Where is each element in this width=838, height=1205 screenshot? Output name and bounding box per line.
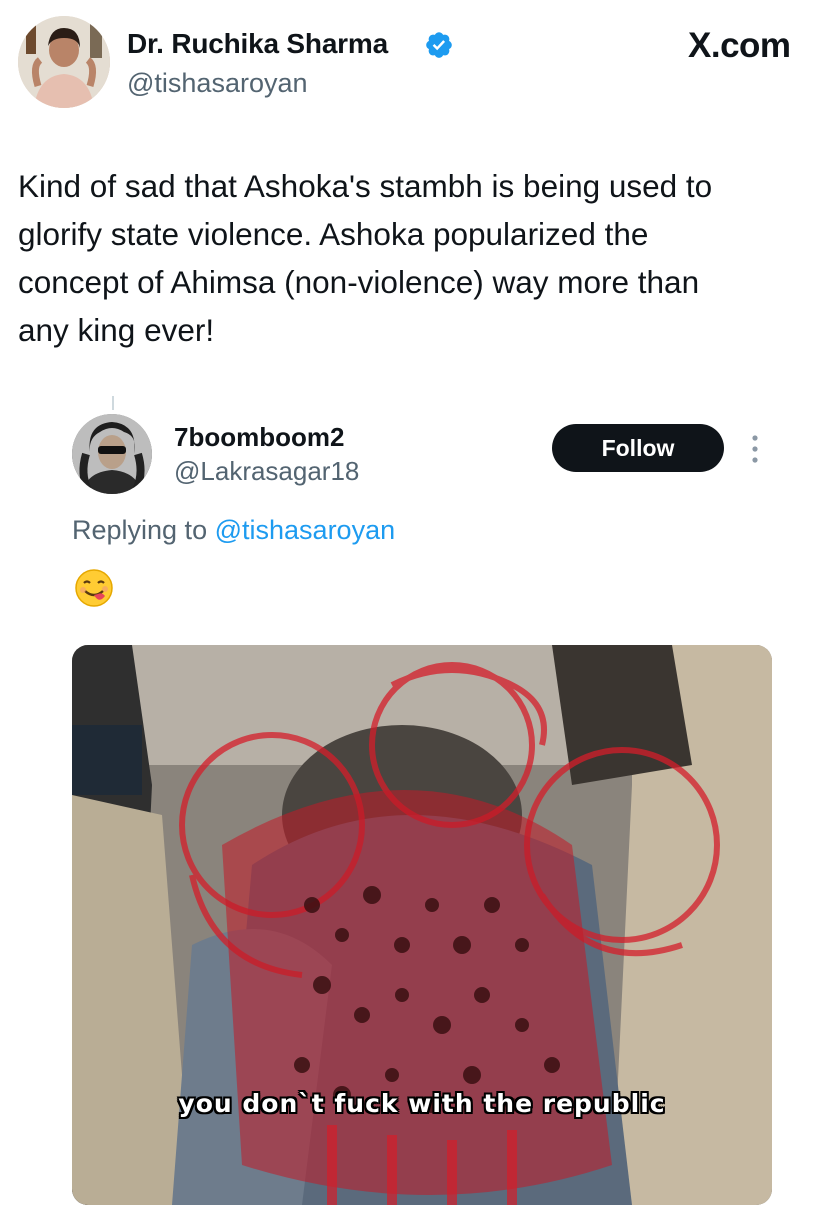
- reply-avatar-image: [72, 414, 152, 494]
- author-avatar-image: [18, 16, 110, 108]
- tweet-text: Kind of sad that Ashoka's stambh is bein…: [18, 168, 713, 348]
- reply-author-handle[interactable]: @Lakrasagar18: [174, 456, 359, 487]
- replying-prefix: Replying to: [72, 515, 208, 545]
- media-caption: you don`t fuck with the republic: [178, 1089, 666, 1118]
- media-photo: [72, 645, 772, 1205]
- author-name[interactable]: Dr. Ruchika Sharma: [127, 28, 388, 60]
- author-avatar[interactable]: [18, 16, 110, 108]
- replying-to-line: Replying to @tishasaroyan: [72, 515, 395, 546]
- more-options-icon[interactable]: [748, 432, 762, 466]
- reply-avatar[interactable]: [72, 414, 152, 494]
- replying-mention-link[interactable]: @tishasaroyan: [215, 515, 396, 545]
- site-label: X.com: [688, 26, 791, 65]
- thread-line: [112, 396, 114, 410]
- follow-button[interactable]: Follow: [552, 424, 724, 472]
- verified-badge-icon: [426, 32, 452, 58]
- author-handle[interactable]: @tishasaroyan: [127, 68, 308, 99]
- reply-author-name[interactable]: 7boomboom2: [174, 422, 344, 453]
- media-image[interactable]: you don`t fuck with the republic: [72, 645, 772, 1205]
- face-savoring-food-icon: [75, 569, 113, 607]
